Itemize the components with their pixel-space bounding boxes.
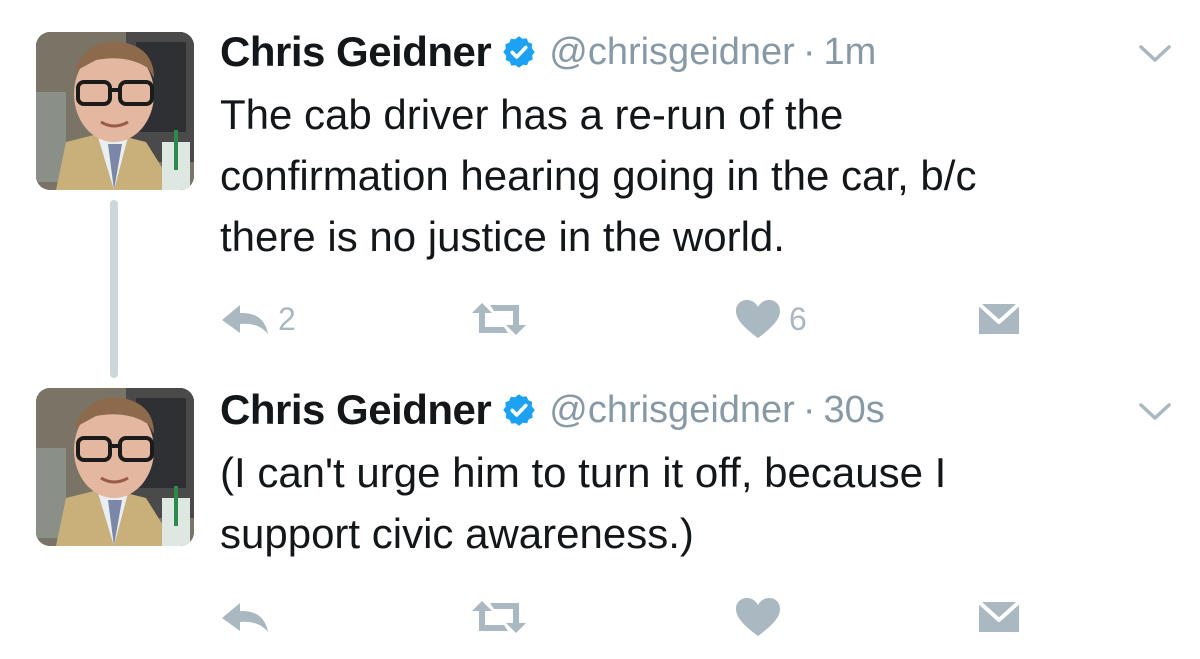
reply-button[interactable] <box>220 592 278 642</box>
tweet-text-line: (I can't urge him to turn it off, becaus… <box>220 449 947 496</box>
retweet-button[interactable] <box>470 294 536 344</box>
reply-icon <box>222 305 268 334</box>
tweet-text-line: support civic awareness.) <box>220 510 694 557</box>
retweet-button[interactable] <box>470 592 536 642</box>
display-name[interactable]: Chris Geidner <box>220 386 492 434</box>
reply-icon <box>222 603 268 632</box>
like-button[interactable] <box>735 592 789 642</box>
envelope-icon <box>977 302 1021 334</box>
reply-button[interactable]: 2 <box>220 294 296 344</box>
like-count: 6 <box>789 300 807 337</box>
timestamp[interactable]: 30s <box>823 389 884 432</box>
reply-count: 2 <box>278 300 296 337</box>
avatar-photo <box>36 32 194 190</box>
avatar[interactable] <box>36 388 194 546</box>
avatar-photo <box>36 388 194 546</box>
tweet-actions <box>0 592 1200 642</box>
retweet-icon <box>472 303 526 335</box>
avatar[interactable] <box>36 32 194 190</box>
display-name[interactable]: Chris Geidner <box>220 28 492 76</box>
tweet-text-line: The cab driver has a re-run of the <box>220 91 844 138</box>
direct-message-button[interactable] <box>977 294 1021 344</box>
tweet-actions: 2 6 <box>0 294 1200 344</box>
separator: · <box>802 30 816 73</box>
heart-icon <box>736 598 780 636</box>
separator: · <box>802 388 816 431</box>
like-button[interactable]: 6 <box>735 294 807 344</box>
thread-connector-line <box>110 200 118 378</box>
username[interactable]: @chrisgeidner <box>549 31 795 74</box>
verified-badge-icon <box>503 36 535 68</box>
tweet-header: Chris Geidner @chrisgeidner · 30s <box>220 382 885 438</box>
timestamp[interactable]: 1m <box>823 31 876 74</box>
username[interactable]: @chrisgeidner <box>549 389 795 432</box>
envelope-icon <box>977 600 1021 632</box>
tweet-text: (I can't urge him to turn it off, becaus… <box>220 442 1160 564</box>
tweet-text-line: confirmation hearing going in the car, b… <box>220 152 977 199</box>
chevron-down-icon[interactable] <box>1138 44 1172 64</box>
tweet-text-line: there is no justice in the world. <box>220 213 785 260</box>
tweet-text: The cab driver has a re-run of the confi… <box>220 84 1160 267</box>
chevron-down-icon[interactable] <box>1138 402 1172 422</box>
retweet-icon <box>472 601 526 633</box>
verified-badge-icon <box>503 394 535 426</box>
heart-icon <box>736 300 780 338</box>
direct-message-button[interactable] <box>977 592 1021 642</box>
tweet-header: Chris Geidner @chrisgeidner · 1m <box>220 24 876 80</box>
